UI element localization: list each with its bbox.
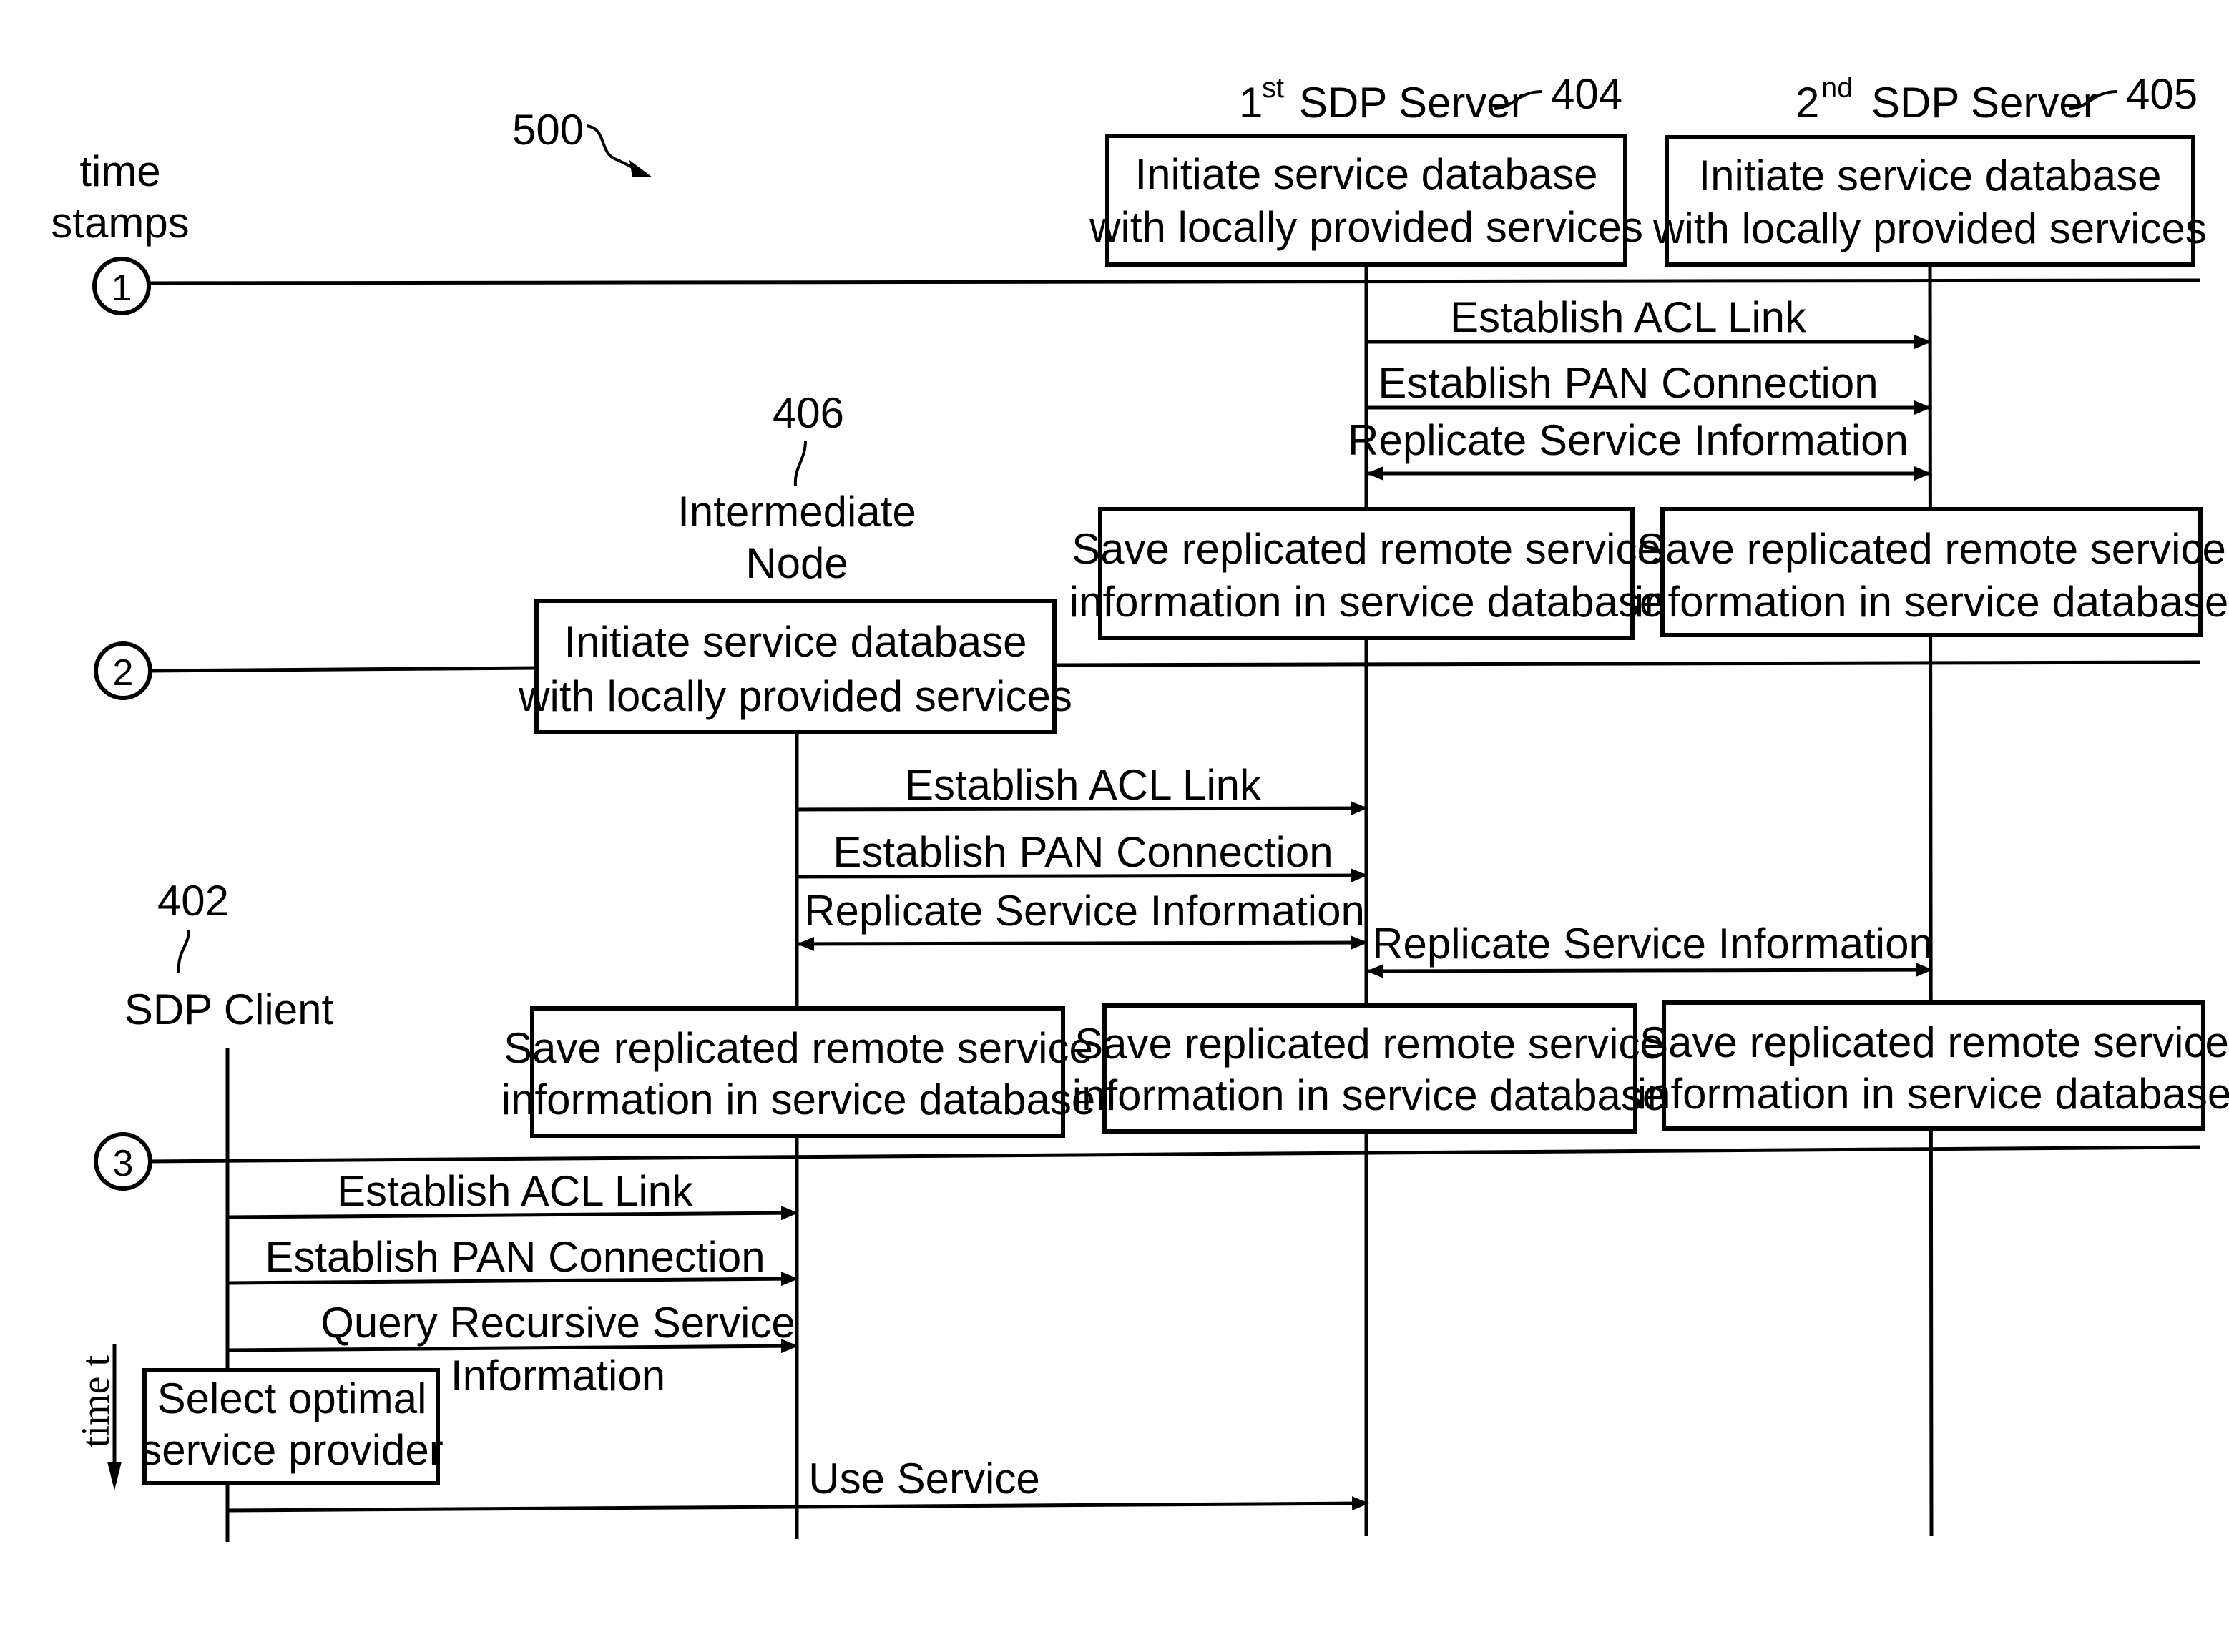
box-server2-init: Initiate service database with locally p… [1652, 135, 2207, 267]
server1-ordinal-suffix: st [1262, 72, 1284, 104]
box-text-line: Save replicated remote service [1637, 525, 2226, 573]
box-server2-save-1: Save replicated remote service informati… [1635, 507, 2228, 637]
server1-ordinal: 1 [1239, 79, 1263, 127]
message-label-line2: Information [451, 1352, 665, 1400]
message-label: Replicate Service Information [804, 887, 1365, 935]
message-m5: Establish PAN Connection [796, 828, 1368, 883]
message-label: Establish ACL Link [337, 1167, 694, 1215]
figure-reference: 500 [512, 106, 584, 154]
box-text-line: with locally provided services [518, 672, 1072, 720]
box-intermediate-init: Initiate service database with locally p… [518, 599, 1072, 734]
timestamp-3: 3 [94, 1132, 152, 1191]
time-axis: time t [74, 1344, 122, 1490]
timestamp-line-1 [148, 278, 2201, 285]
box-text-line: Save replicated remote service [1072, 525, 1661, 573]
timestamp-line-3 [148, 1145, 2201, 1164]
box-text-line: Save replicated remote service [1640, 1018, 2229, 1066]
box-text-line: Initiate service database [1135, 150, 1597, 198]
message-label: Replicate Service Information [1372, 920, 1933, 968]
intermediate-ref: 406 [773, 389, 844, 437]
box-server2-save-2: Save replicated remote service informati… [1637, 1000, 2229, 1131]
time-stamps-label-line1: time [79, 147, 160, 195]
timestamp-2: 2 [94, 641, 152, 700]
diagram-canvas: 500 time stamps 1 st SDP Server 404 2 nd… [51, 70, 2229, 1542]
box-text-line: with locally provided services [1652, 205, 2207, 252]
participant-header-intermediate: 406 Intermediate Node [677, 389, 916, 587]
arrow-down-icon [107, 1462, 122, 1490]
box-server1-init: Initiate service database with locally p… [1089, 134, 1643, 267]
box-intermediate-save: Save replicated remote service informati… [501, 1006, 1095, 1138]
client-ref: 402 [157, 877, 229, 925]
server2-ordinal: 2 [1796, 79, 1819, 127]
message-label: Establish PAN Connection [1378, 359, 1878, 407]
box-text-line: Initiate service database [564, 618, 1027, 666]
box-text-line: with locally provided services [1089, 203, 1643, 251]
message-label: Establish ACL Link [905, 761, 1262, 809]
reference-arrow-icon [629, 160, 652, 177]
message-m9: Establish PAN Connection [228, 1233, 798, 1287]
participant-header-server1: 1 st SDP Server 404 [1239, 70, 1622, 127]
timestamp-1: 1 [92, 257, 151, 315]
box-server1-save-2: Save replicated remote service informati… [1072, 1003, 1666, 1134]
intermediate-name-line1: Intermediate [677, 488, 916, 536]
message-m3: Replicate Service Information [1348, 416, 1931, 481]
box-text-line: information in service database [501, 1076, 1095, 1124]
box-text-line: Save replicated remote service [1074, 1020, 1664, 1068]
client-ref-leader [177, 929, 190, 973]
box-text-line: Save replicated remote service [504, 1024, 1093, 1072]
time-axis-label: time t [74, 1354, 118, 1447]
intermediate-name-line2: Node [745, 539, 848, 587]
box-text-line: information in service database [1637, 1070, 2229, 1118]
box-text-line: service provider [140, 1426, 444, 1474]
box-text-line: information in service database [1635, 578, 2228, 626]
server2-ref: 405 [2126, 70, 2198, 118]
message-m8: Establish ACL Link [228, 1167, 798, 1221]
sequence-diagram: 500 time stamps 1 st SDP Server 404 2 nd… [0, 0, 2229, 1652]
box-server1-save-1: Save replicated remote service informati… [1069, 507, 1663, 640]
server2-name: SDP Server [1871, 79, 2097, 127]
message-m7: Replicate Service Information [1366, 920, 1933, 978]
box-client-select: Select optimal service provider [140, 1368, 444, 1485]
message-label: Establish ACL Link [1450, 293, 1807, 341]
box-text-line: information in service database [1072, 1071, 1666, 1119]
message-m1: Establish ACL Link [1366, 293, 1931, 349]
participant-header-client: 402 SDP Client [124, 877, 334, 1033]
message-label-line1: Query Recursive Service [320, 1299, 795, 1347]
intermediate-ref-leader [793, 440, 807, 487]
server1-name: SDP Server [1299, 79, 1525, 127]
participant-header-server2: 2 nd SDP Server 405 [1796, 70, 2198, 127]
timestamp-line-2b [1054, 660, 2201, 667]
box-text-line: Select optimal [157, 1375, 427, 1422]
message-m6: Replicate Service Information [797, 887, 1368, 951]
timestamp-number: 3 [113, 1143, 134, 1184]
timestamp-number: 1 [112, 267, 132, 309]
message-m4: Establish ACL Link [796, 761, 1368, 816]
timestamp-number: 2 [113, 652, 134, 694]
server1-ref: 404 [1551, 70, 1622, 118]
arrow-bidirectional-icon [1366, 963, 1933, 978]
timestamp-line-2a [148, 666, 539, 673]
client-name: SDP Client [124, 985, 334, 1033]
message-label: Establish PAN Connection [833, 828, 1333, 876]
box-text-line: information in service database [1069, 578, 1663, 626]
lifeline-server2 [1928, 262, 1934, 1537]
message-label: Replicate Service Information [1348, 416, 1909, 464]
message-m2: Establish PAN Connection [1366, 359, 1931, 415]
time-stamps-label-line2: stamps [51, 199, 189, 247]
message-label: Establish PAN Connection [265, 1233, 765, 1281]
arrow-bidirectional-icon [797, 935, 1368, 951]
server2-ordinal-suffix: nd [1821, 72, 1853, 104]
message-label: Use Service [808, 1455, 1039, 1503]
box-text-line: Initiate service database [1698, 152, 2161, 200]
